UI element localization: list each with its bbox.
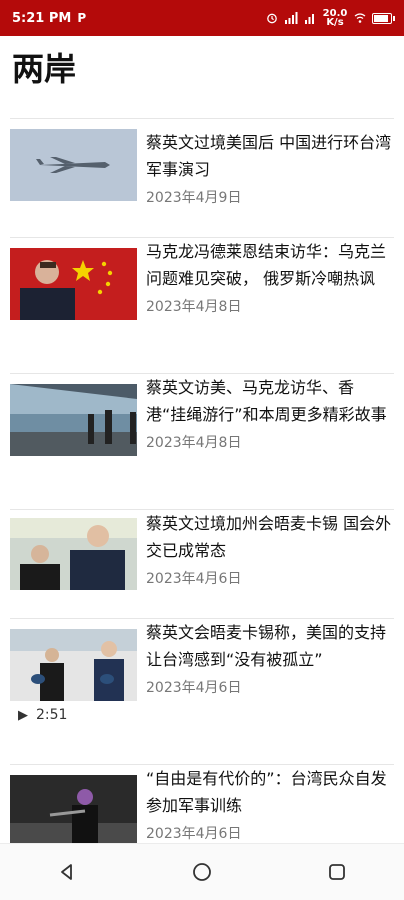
article-headline[interactable]: 蔡英文会晤麦卡锡称，美国的支持让台湾感到“没有被孤立” (146, 619, 394, 673)
network-speed: 20.0 K/s (322, 8, 348, 28)
article-date: 2023年4月6日 (146, 826, 242, 842)
article-thumbnail-tsai-mccarthy[interactable] (10, 518, 137, 590)
system-nav-bar (0, 843, 404, 900)
alarm-icon (267, 13, 277, 24)
article-headline[interactable]: 蔡英文过境美国后 中国进行环台湾军事演习 (146, 129, 394, 183)
article-thumbnail-airport[interactable] (10, 384, 137, 456)
video-indicator[interactable]: ▶ 2:51 (18, 707, 67, 723)
article-item[interactable]: 马克龙冯德莱恩结束访华：乌克兰问题难见突破， 俄罗斯冷嘲热讽 2023年4月8日 (10, 238, 394, 373)
article-date: 2023年4月6日 (146, 571, 242, 587)
article-date: 2023年4月8日 (146, 435, 242, 451)
article-item[interactable]: 蔡英文会晤麦卡锡称，美国的支持让台湾感到“没有被孤立” 2023年4月6日 ▶ … (10, 619, 394, 764)
article-headline[interactable]: 马克龙冯德莱恩结束访华：乌克兰问题难见突破， 俄罗斯冷嘲热讽 (146, 238, 394, 292)
article-list[interactable]: 蔡英文过境美国后 中国进行环台湾军事演习 2023年4月9日 马克龙冯德莱恩结束… (10, 118, 394, 860)
signal-icon-2 (305, 14, 314, 24)
article-item[interactable]: 蔡英文访美、马克龙访华、香港“挂绳游行”和本周更多精彩故事 2023年4月8日 (10, 374, 394, 509)
article-thumbnail-military-training[interactable] (10, 775, 137, 847)
article-thumbnail-macron[interactable] (10, 248, 137, 320)
article-thumbnail-video[interactable] (10, 629, 137, 701)
home-button[interactable] (182, 852, 222, 892)
article-thumbnail-bomber[interactable] (10, 129, 137, 201)
home-icon[interactable] (191, 861, 213, 883)
back-icon[interactable] (57, 862, 77, 882)
recents-icon[interactable] (327, 862, 347, 882)
article-date: 2023年4月6日 (146, 680, 242, 696)
wifi-icon (354, 13, 366, 23)
article-item[interactable]: 蔡英文过境美国后 中国进行环台湾军事演习 2023年4月9日 (10, 119, 394, 237)
video-duration: 2:51 (36, 707, 68, 723)
play-icon[interactable]: ▶ (18, 708, 28, 723)
article-headline[interactable]: 蔡英文访美、马克龙访华、香港“挂绳游行”和本周更多精彩故事 (146, 374, 394, 428)
article-date: 2023年4月9日 (146, 190, 242, 206)
status-bar: 5:21 PM P 20.0 K/s (0, 0, 404, 36)
article-headline[interactable]: “自由是有代价的”：台湾民众自发参加军事训练 (146, 765, 394, 819)
p-icon: P (77, 11, 87, 25)
article-item[interactable]: 蔡英文过境加州会晤麦卡锡 国会外交已成常态 2023年4月6日 (10, 510, 394, 618)
recents-button[interactable] (317, 852, 357, 892)
status-time: 5:21 PM (12, 10, 72, 26)
article-headline[interactable]: 蔡英文过境加州会晤麦卡锡 国会外交已成常态 (146, 510, 394, 564)
battery-icon (372, 12, 395, 24)
signal-icon (285, 12, 298, 24)
article-date: 2023年4月8日 (146, 299, 242, 315)
page-title: 两岸 (12, 50, 77, 88)
back-button[interactable] (47, 852, 87, 892)
